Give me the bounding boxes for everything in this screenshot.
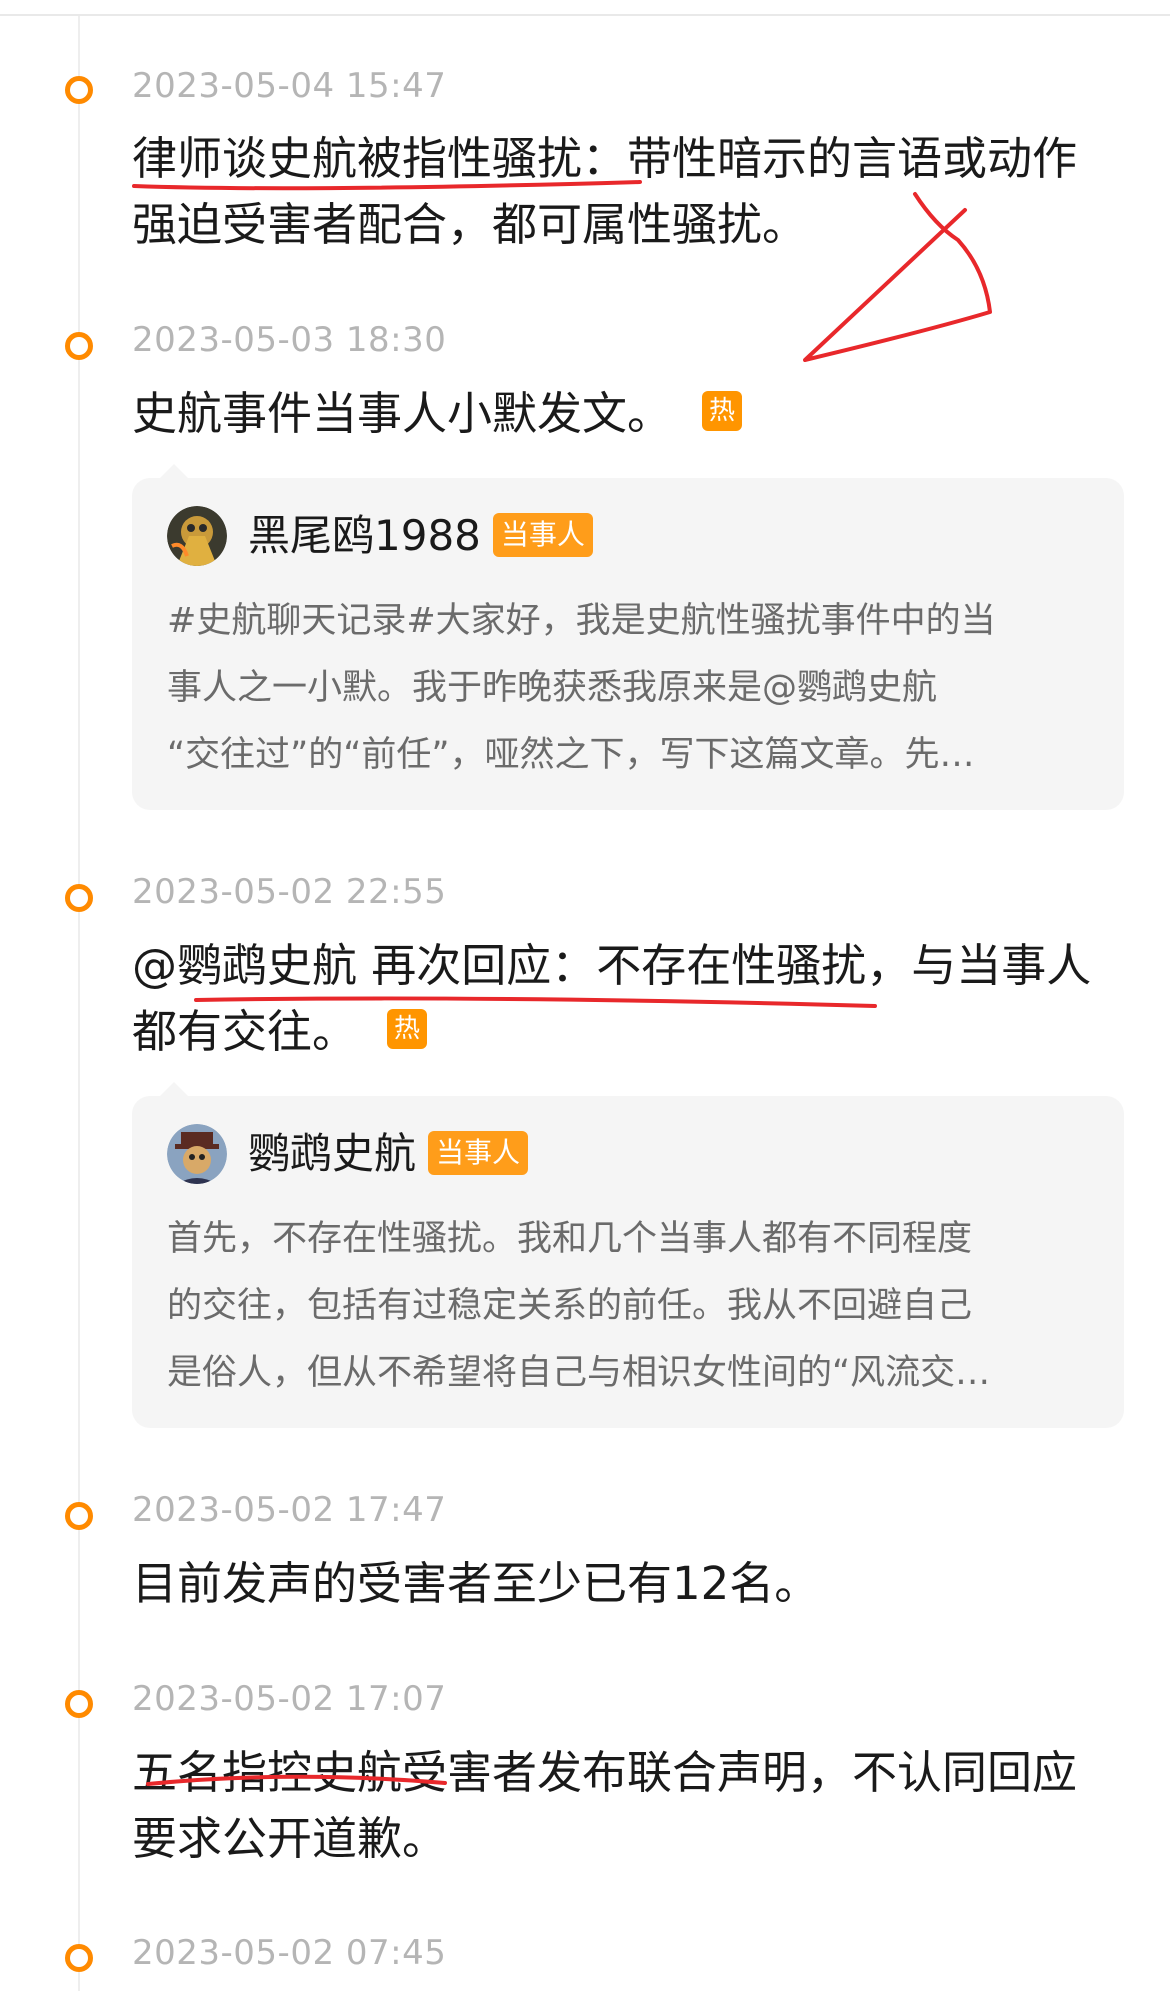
hot-badge: 热 xyxy=(387,1009,428,1049)
avatar-icon[interactable] xyxy=(167,506,227,566)
card-body-line: “交往过”的“前任”，哑然之下，写下这篇文章。先… xyxy=(167,735,975,775)
card-body-line: #史航聊天记录#大家好，我是史航性骚扰事件中的当 xyxy=(167,601,996,641)
card-pointer xyxy=(160,1082,188,1096)
headline-line: 都有交往。 xyxy=(132,1005,358,1058)
entry-time: 2023-05-02 17:07 xyxy=(132,1679,447,1719)
author-label: 鹦鹉史航 xyxy=(248,1129,417,1178)
timeline-dot-icon xyxy=(65,332,93,360)
hot-badge: 热 xyxy=(702,391,743,431)
entry-headline[interactable]: 律师谈史航被指性骚扰：带性暗示的言语或动作 强迫受害者配合，都可属性骚扰。 xyxy=(132,126,1102,258)
headline-line: 五名指控史航受害者发布联合声明，不认同回应 xyxy=(132,1746,1078,1799)
entry-headline[interactable]: 五名指控史航受害者发布联合声明，不认同回应 要求公开道歉。 xyxy=(132,1740,1102,1872)
entry-time: 2023-05-02 07:45 xyxy=(132,1933,447,1973)
headline-line: 强迫受害者配合，都可属性骚扰。 xyxy=(132,198,808,251)
timeline-dot-icon xyxy=(65,884,93,912)
timeline-dot-icon xyxy=(65,1944,93,1972)
entry-time: 2023-05-04 15:47 xyxy=(132,66,447,106)
card-body-line: 的交往，包括有过稳定关系的前任。我从不回避自己 xyxy=(167,1286,973,1326)
card-pointer xyxy=(160,464,188,478)
entry-headline[interactable]: 史航事件当事人小默发文。热 xyxy=(132,381,1102,447)
role-badge: 当事人 xyxy=(428,1130,529,1175)
quoted-post-card[interactable]: 黑尾鸥1988 当事人 #史航聊天记录#大家好，我是史航性骚扰事件中的当 事人之一… xyxy=(132,464,1124,810)
headline-line: 要求公开道歉。 xyxy=(132,1812,448,1865)
avatar-icon[interactable] xyxy=(167,1124,227,1184)
card-body: #史航聊天记录#大家好，我是史航性骚扰事件中的当 事人之一小默。我于昨晚获悉我原… xyxy=(167,588,1097,789)
headline-text: 史航事件当事人小默发文。 xyxy=(132,387,673,440)
card-body-line: 是俗人，但从不希望将自己与相识女性间的“风流交… xyxy=(167,1353,991,1393)
entry-headline[interactable]: 目前发声的受害者至少已有12名。 xyxy=(132,1551,1102,1617)
author-name[interactable]: 黑尾鸥1988 当事人 xyxy=(248,508,593,564)
author-label: 黑尾鸥1988 xyxy=(248,511,481,560)
quoted-post-card[interactable]: 鹦鹉史航 当事人 首先，不存在性骚扰。我和几个当事人都有不同程度 的交往，包括有过… xyxy=(132,1082,1124,1428)
headline-line: 律师谈史航被指性骚扰：带性暗示的言语或动作 xyxy=(132,132,1078,185)
entry-time: 2023-05-02 22:55 xyxy=(132,872,447,912)
timeline-dot-icon xyxy=(65,76,93,104)
top-divider xyxy=(0,14,1170,16)
entry-headline[interactable]: @鹦鹉史航 再次回应：不存在性骚扰，与当事人 都有交往。热 xyxy=(132,933,1102,1065)
timeline-dot-icon xyxy=(65,1502,93,1530)
headline-line: @鹦鹉史航 再次回应：不存在性骚扰，与当事人 xyxy=(132,939,1092,992)
card-body-line: 首先，不存在性骚扰。我和几个当事人都有不同程度 xyxy=(167,1219,973,1259)
entry-time: 2023-05-02 17:47 xyxy=(132,1490,447,1530)
entry-time: 2023-05-03 18:30 xyxy=(132,320,447,360)
card-body-line: 事人之一小默。我于昨晚获悉我原来是@鹦鹉史航 xyxy=(167,668,938,708)
card-body: 首先，不存在性骚扰。我和几个当事人都有不同程度 的交往，包括有过稳定关系的前任。… xyxy=(167,1206,1097,1407)
timeline-dot-icon xyxy=(65,1690,93,1718)
role-badge: 当事人 xyxy=(492,512,593,557)
author-name[interactable]: 鹦鹉史航 当事人 xyxy=(248,1126,529,1182)
